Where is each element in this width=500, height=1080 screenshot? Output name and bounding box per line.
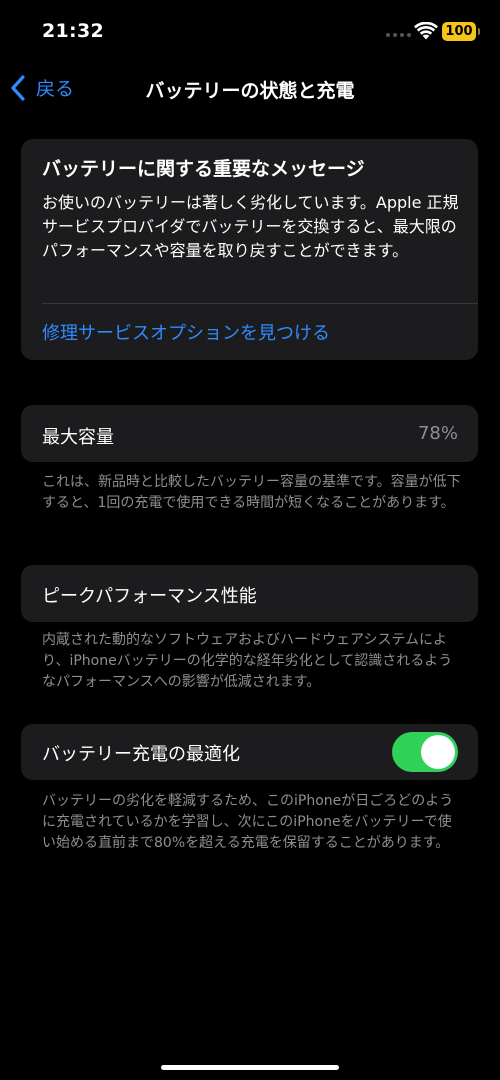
optimized-charging-toggle[interactable] [392,732,458,772]
divider [42,303,478,304]
battery-message-card: バッテリーに関する重要なメッセージ お使いのバッテリーは著しく劣化しています。A… [21,139,478,360]
peak-performance-label: ピークパフォーマンス性能 [42,586,257,607]
message-title: バッテリーに関する重要なメッセージ [42,158,365,180]
max-capacity-row: 最大容量 78% [21,405,478,462]
message-body: お使いのバッテリーは著しく劣化しています。Apple 正規サービスプロバイダでバ… [42,193,459,260]
status-time: 21:32 [42,20,104,42]
navigation-bar: 戻る バッテリーの状態と充電 [0,64,500,114]
toggle-knob [421,735,455,769]
optimized-charging-row: バッテリー充電の最適化 [21,724,478,780]
optimized-charging-label: バッテリー充電の最適化 [42,744,240,765]
home-indicator[interactable] [161,1065,339,1070]
cellular-signal-icon [386,33,411,37]
optimized-charging-footnote: バッテリーの劣化を軽減するため、このiPhoneが日ごろどのように充電されている… [42,793,454,851]
peak-performance-row[interactable]: ピークパフォーマンス性能 [21,565,478,622]
max-capacity-value: 78% [417,423,458,444]
battery-icon: 100 [442,22,480,41]
max-capacity-label: 最大容量 [42,427,114,448]
page-title: バッテリーの状態と充電 [145,80,355,102]
status-bar: 21:32 100 [0,0,500,64]
peak-performance-footnote: 内蔵された動的なソフトウェアおよびハードウェアシステムにより、iPhoneバッテ… [42,632,453,690]
wifi-icon [414,22,438,40]
battery-percentage: 100 [445,24,473,39]
max-capacity-footnote: これは、新品時と比較したバッテリー容量の基準です。容量が低下すると、1回の充電で… [42,474,461,511]
find-repair-options-link[interactable]: 修理サービスオプションを見つける [42,319,330,345]
